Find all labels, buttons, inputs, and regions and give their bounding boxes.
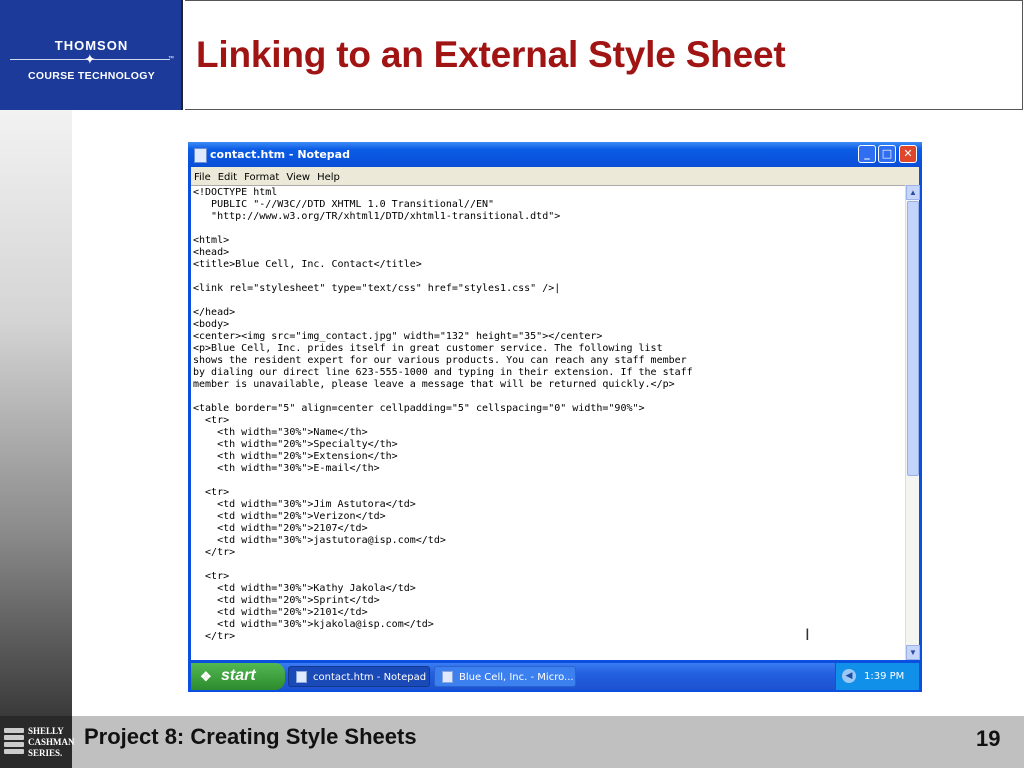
logo-star-icon: ✦ bbox=[84, 51, 96, 67]
clock: 1:39 PM bbox=[864, 671, 905, 682]
logo-line2: COURSE TECHNOLOGY bbox=[27, 70, 156, 82]
vertical-scrollbar[interactable]: ▲ ▼ bbox=[905, 185, 920, 660]
tray-expand-icon[interactable]: ◀ bbox=[842, 669, 856, 683]
series-line1: SHELLY bbox=[28, 726, 64, 736]
taskbar-item-label: contact.htm - Notepad bbox=[313, 672, 427, 683]
series-line3: SERIES. bbox=[28, 748, 63, 758]
menu-bar: File Edit Format View Help bbox=[191, 167, 919, 185]
editor-content[interactable]: <!DOCTYPE html PUBLIC "-//W3C//DTD XHTML… bbox=[193, 187, 693, 643]
slide-header: THOMSON ✦ ™ COURSE TECHNOLOGY Linking to… bbox=[0, 0, 1024, 110]
windows-flag-icon: ❖ bbox=[200, 669, 212, 684]
notepad-window: contact.htm - Notepad _ □ ✕ File Edit Form… bbox=[188, 142, 922, 692]
scroll-up-icon[interactable]: ▲ bbox=[906, 185, 920, 200]
start-button[interactable]: ❖ start bbox=[191, 663, 285, 690]
menu-help[interactable]: Help bbox=[314, 169, 344, 183]
menu-file[interactable]: File bbox=[191, 169, 215, 183]
maximize-button[interactable]: □ bbox=[878, 145, 896, 163]
close-button[interactable]: ✕ bbox=[899, 145, 917, 163]
side-gradient-band bbox=[0, 110, 72, 716]
system-tray: ◀ 1:39 PM bbox=[835, 663, 919, 690]
taskbar-item-notepad[interactable]: contact.htm - Notepad bbox=[288, 666, 430, 687]
series-logo: SHELLY CASHMAN SERIES. bbox=[0, 716, 75, 768]
menu-view[interactable]: View bbox=[283, 169, 314, 183]
browser-task-icon bbox=[442, 671, 453, 683]
logo-trademark: ™ bbox=[168, 56, 174, 62]
text-editor[interactable]: <!DOCTYPE html PUBLIC "-//W3C//DTD XHTML… bbox=[191, 185, 905, 660]
books-icon bbox=[4, 728, 24, 756]
footer-title: Project 8: Creating Style Sheets bbox=[84, 724, 417, 749]
series-line2: CASHMAN bbox=[28, 737, 75, 747]
text-cursor-icon: I bbox=[805, 625, 810, 644]
taskbar: ❖ start contact.htm - Notepad Blue Cell,… bbox=[191, 663, 919, 690]
notepad-task-icon bbox=[296, 671, 307, 683]
minimize-button[interactable]: _ bbox=[858, 145, 876, 163]
taskbar-item-browser[interactable]: Blue Cell, Inc. - Micro... bbox=[434, 666, 576, 687]
scroll-thumb[interactable] bbox=[907, 201, 919, 476]
taskbar-item-label: Blue Cell, Inc. - Micro... bbox=[459, 672, 574, 683]
scroll-down-icon[interactable]: ▼ bbox=[906, 645, 920, 660]
start-label: start bbox=[221, 667, 256, 684]
window-title: contact.htm - Notepad bbox=[210, 148, 350, 161]
series-logo-text: SHELLY CASHMAN SERIES. bbox=[28, 726, 75, 759]
window-titlebar[interactable]: contact.htm - Notepad _ □ ✕ bbox=[188, 142, 922, 167]
slide-title: Linking to an External Style Sheet bbox=[196, 34, 786, 75]
menu-format[interactable]: Format bbox=[241, 169, 283, 183]
menu-edit[interactable]: Edit bbox=[215, 169, 241, 183]
page-number: 19 bbox=[976, 726, 1001, 751]
thomson-logo: THOMSON ✦ ™ COURSE TECHNOLOGY bbox=[0, 0, 183, 110]
notepad-icon bbox=[194, 148, 207, 163]
